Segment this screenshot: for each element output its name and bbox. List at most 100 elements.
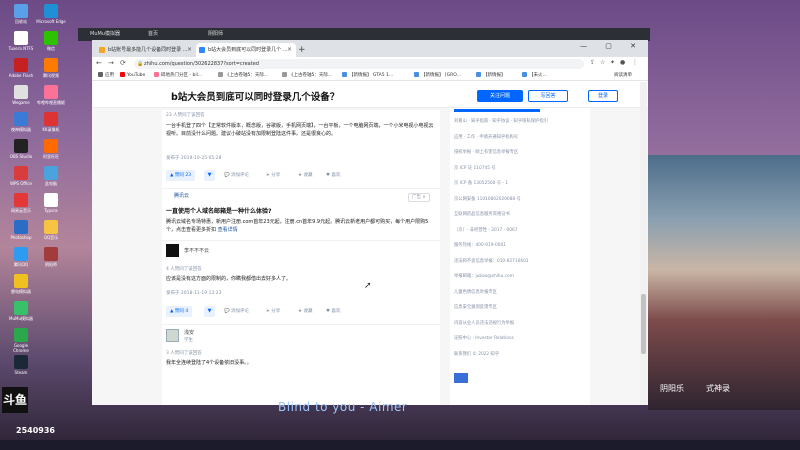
avatar[interactable] bbox=[166, 244, 179, 257]
bookmark-item[interactable]: YouTube bbox=[120, 72, 145, 80]
author-name[interactable]: 李不不不云 bbox=[184, 247, 209, 254]
sidebar-footer-line[interactable]: 侵权举报 · 网上有害信息举报专区 bbox=[454, 149, 518, 155]
author-name[interactable]: 浅安 bbox=[184, 329, 194, 336]
reading-list[interactable]: 阅读清单 bbox=[614, 72, 632, 80]
sidebar-footer-line[interactable]: 证照中心 · Investor Relations bbox=[454, 335, 514, 341]
ad-more-link[interactable]: 查看详情 bbox=[218, 227, 238, 233]
downvote-button[interactable]: ▼ bbox=[204, 170, 215, 181]
sidebar-footer-line[interactable]: 内容从业人员违法违规行为举报 bbox=[454, 320, 514, 326]
sidebar-footer-line[interactable]: 服务热线：400-919-0001 bbox=[454, 242, 506, 248]
share-icon[interactable]: ⇪ bbox=[590, 59, 595, 66]
desktop-icon[interactable]: Google Chrome bbox=[6, 328, 36, 358]
desktop-icon[interactable]: Steam bbox=[6, 355, 36, 385]
desktop-icon[interactable]: 回收站 bbox=[6, 4, 36, 34]
profile-icon[interactable]: ● bbox=[620, 59, 625, 66]
bookmark-item[interactable]: 【新情报】 bbox=[476, 72, 506, 80]
desktop-icon[interactable]: 哔哩哔哩直播姬 bbox=[36, 85, 66, 115]
like-button[interactable]: ♥ 喜欢 bbox=[326, 170, 340, 181]
sidebar-footer-line[interactable]: 举报邮箱：jubao@zhihu.com bbox=[454, 273, 514, 279]
star-icon[interactable]: ☆ bbox=[600, 59, 605, 66]
sidebar-footer-line[interactable]: 刘看山 · 知乎指南 · 知乎协议 · 知乎隐私保护指引 bbox=[454, 118, 548, 124]
close-icon[interactable]: × bbox=[287, 43, 292, 57]
divider bbox=[162, 324, 440, 325]
sidebar-footer-line[interactable]: 联系我们 © 2022 知乎 bbox=[454, 351, 499, 357]
desktop-icon[interactable]: 雷电模拟器 bbox=[6, 274, 36, 304]
write-answer-button[interactable]: 写回答 bbox=[528, 90, 568, 102]
sidebar-footer-line[interactable]: 违法和不良信息举报：010-82716601 bbox=[454, 258, 529, 264]
share-button[interactable]: ➤ 分享 bbox=[266, 170, 280, 181]
mumu-tab-game[interactable]: 阴阳师 bbox=[198, 30, 223, 39]
window-controls[interactable]: — ▢ ✕ bbox=[580, 42, 644, 50]
sidebar-footer-line[interactable]: 信息安全漏洞反馈专区 bbox=[454, 304, 497, 310]
new-tab-button[interactable]: + bbox=[298, 43, 306, 57]
desktop-icon[interactable]: 微信 bbox=[36, 31, 66, 61]
sidebar-footer-line[interactable]: 京 ICP 证 110745 号 bbox=[454, 165, 496, 171]
sidebar-footer-line[interactable]: 儿童色情信息举报专区 bbox=[454, 289, 497, 295]
bookmark-item[interactable]: 【新情报】 GTA5 1... bbox=[342, 72, 393, 80]
desktop-icon[interactable]: Adobe Flash bbox=[6, 58, 36, 88]
login-button[interactable]: 登录 bbox=[588, 90, 618, 102]
desktop-icon[interactable]: Tuxera NTFS bbox=[6, 31, 36, 61]
desktop-icon[interactable]: 夜神模拟器 bbox=[6, 112, 36, 142]
app-icon bbox=[14, 328, 28, 342]
forward-arrow-icon[interactable]: → bbox=[108, 59, 114, 67]
ad-title[interactable]: 一直使用个人域名邮箱是一种什么体验? bbox=[166, 206, 271, 215]
favorite-button[interactable]: ★ 收藏 bbox=[298, 170, 312, 181]
answer-date[interactable]: 发布于 2019-10-25 05:28 bbox=[166, 155, 221, 161]
bookmark-item[interactable]: 应用 bbox=[98, 72, 114, 80]
bookmark-item[interactable]: 【新情报】 [GRO... bbox=[414, 72, 461, 80]
desktop-icon[interactable]: 网易云音乐 bbox=[6, 193, 36, 223]
bookmark-item[interactable]: 【未火... bbox=[522, 72, 547, 80]
mumu-tab-home[interactable]: 首页 bbox=[138, 30, 158, 39]
tab-2-active[interactable]: b站大会员到底可以同时登录几个 ... × bbox=[196, 43, 296, 57]
reload-icon[interactable]: ⟳ bbox=[120, 59, 126, 67]
game-window[interactable]: 阴阳乐 式神录 bbox=[648, 155, 800, 410]
close-icon[interactable]: × bbox=[187, 43, 192, 57]
comment-button[interactable]: 💬 添加评论 bbox=[224, 306, 249, 317]
desktop-icon[interactable]: 腾讯QQ bbox=[6, 247, 36, 277]
answer-date[interactable]: 发布于 2018-11-19 13:23 bbox=[166, 290, 221, 296]
sidebar-footer-line[interactable]: 京公网安备 11010802020088 号 bbox=[454, 196, 521, 202]
scrollbar[interactable] bbox=[640, 82, 647, 405]
bookmark-item[interactable]: 《上古卷轴5：天际... bbox=[218, 72, 268, 80]
tab-1[interactable]: b站账号最多能几个设备同时登录 ... × bbox=[96, 43, 196, 57]
favorite-button[interactable]: ★ 收藏 bbox=[298, 306, 312, 317]
desktop-icon-label: 哔哩哔哩直播姬 bbox=[37, 100, 65, 105]
back-arrow-icon[interactable]: ← bbox=[96, 59, 102, 67]
desktop-icon[interactable]: WPS Office bbox=[6, 166, 36, 196]
desktop-icon[interactable]: Microsoft Edge bbox=[36, 4, 66, 34]
upvote-button[interactable]: ▲ 赞同 4 bbox=[166, 306, 193, 317]
share-button[interactable]: ➤ 分享 bbox=[266, 306, 280, 317]
downvote-button[interactable]: ▼ bbox=[204, 306, 215, 317]
bookmark-item[interactable]: 碎地热门分区 - bil... bbox=[154, 72, 202, 80]
upvote-button[interactable]: ▲ 赞同 23 bbox=[166, 170, 196, 181]
comment-button[interactable]: 💬 添加评论 bbox=[224, 170, 249, 181]
desktop-icon[interactable]: Wegame bbox=[6, 85, 36, 115]
menu-icon[interactable]: ⋮ bbox=[632, 59, 638, 66]
desktop-icon[interactable]: 阴阳师 bbox=[36, 247, 66, 277]
ad-tag[interactable]: 广告 ∨ bbox=[408, 193, 430, 202]
desktop-icon[interactable]: KK录像机 bbox=[36, 112, 66, 142]
game-label-left[interactable]: 阴阳乐 bbox=[660, 383, 684, 394]
desktop-icon[interactable]: Photoshop bbox=[6, 220, 36, 250]
sidebar-footer-line[interactable]: 京 ICP 备 13052560 号 - 1 bbox=[454, 180, 508, 186]
ad-sponsor[interactable]: 腾讯云 bbox=[174, 192, 189, 199]
desktop-icon[interactable]: 阿里旺旺 bbox=[36, 139, 66, 169]
desktop-icon[interactable]: QQ音乐 bbox=[36, 220, 66, 250]
game-label-right[interactable]: 式神录 bbox=[706, 383, 730, 394]
bookmark-item[interactable]: 《上古卷轴5：天际... bbox=[282, 72, 332, 80]
desktop-icon[interactable]: 此电脑 bbox=[36, 166, 66, 196]
sidebar-footer-line[interactable]: 应用 · 工作 · 申请开通知乎机构号 bbox=[454, 134, 518, 140]
desktop-icon[interactable]: MuMu模拟器 bbox=[6, 301, 36, 331]
sidebar-footer-line[interactable]: （京）- 非经营性 - 2017 - 0067 bbox=[454, 227, 517, 233]
desktop-icon[interactable]: Typora bbox=[36, 193, 66, 223]
extension-icon[interactable]: ✦ bbox=[610, 59, 615, 66]
sidebar-footer-line[interactable]: 互联网药品信息服务资格证书 bbox=[454, 211, 510, 217]
like-button[interactable]: ♥ 喜欢 bbox=[326, 306, 340, 317]
avatar[interactable] bbox=[166, 329, 179, 342]
scrollbar-thumb[interactable] bbox=[641, 294, 646, 354]
follow-question-button[interactable]: 关注问题 bbox=[477, 90, 523, 102]
desktop-icon[interactable]: 腾讯视频 bbox=[36, 58, 66, 88]
desktop-icon[interactable]: OBS Studio bbox=[6, 139, 36, 169]
address-bar[interactable]: 🔒 zhihu.com/question/302622837?sort=crea… bbox=[134, 59, 584, 69]
